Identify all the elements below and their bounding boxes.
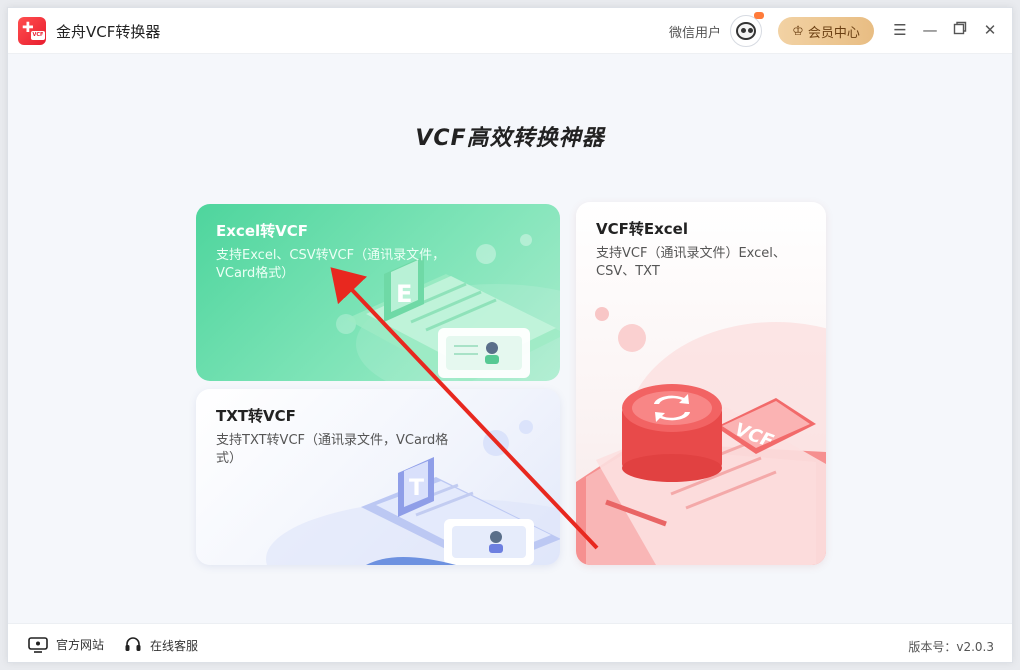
version-info: 版本号：v2.0.3 bbox=[908, 638, 994, 655]
svg-text:E: E bbox=[396, 280, 412, 308]
online-support-link[interactable]: 在线客服 bbox=[124, 636, 198, 654]
version-value: v2.0.3 bbox=[956, 640, 994, 654]
app-window: ✚ VCF 金舟VCF转换器 微信用户 ♔ 会员中心 ☰ — ✕ VCF高效转换… bbox=[7, 7, 1013, 663]
app-logo-tag: VCF bbox=[31, 31, 45, 40]
page-heading: VCF高效转换神器 bbox=[415, 126, 605, 151]
minimize-icon[interactable]: — bbox=[921, 21, 939, 39]
menu-icon[interactable]: ☰ bbox=[891, 21, 909, 39]
avatar[interactable] bbox=[730, 12, 764, 47]
footer: 官方网站 在线客服 版本号：v2.0.3 bbox=[8, 623, 1012, 662]
official-website-label: 官方网站 bbox=[56, 638, 105, 652]
vcf-to-excel-card[interactable]: VCF VCF转Excel 支持VCF（通讯录文件）Excel、CSV、TXT bbox=[576, 202, 826, 565]
card-title: TXT转VCF bbox=[216, 407, 296, 425]
card-title: VCF转Excel bbox=[596, 220, 688, 238]
crown-icon: ♔ bbox=[792, 23, 804, 39]
card-title: Excel转VCF bbox=[216, 222, 308, 240]
monitor-icon bbox=[28, 636, 48, 653]
svg-text:T: T bbox=[409, 476, 424, 501]
headset-icon bbox=[125, 637, 141, 651]
avatar-bow-icon bbox=[754, 12, 764, 19]
card-description: 支持VCF（通讯录文件）Excel、CSV、TXT bbox=[596, 246, 786, 279]
card-description: 支持TXT转VCF（通讯录文件，VCard格式） bbox=[216, 433, 449, 466]
vip-center-button[interactable]: ♔ 会员中心 bbox=[778, 17, 874, 45]
user-name[interactable]: 微信用户 bbox=[669, 22, 721, 41]
txt-to-vcf-card[interactable]: T TXT转VCF 支持TXT转VCF（通讯录文件，VCard格式） bbox=[196, 389, 560, 565]
app-logo-icon: ✚ VCF bbox=[18, 17, 46, 45]
title-bar: ✚ VCF 金舟VCF转换器 微信用户 ♔ 会员中心 ☰ — ✕ bbox=[8, 8, 1012, 54]
version-label: 版本号： bbox=[908, 640, 957, 654]
close-icon[interactable]: ✕ bbox=[981, 21, 999, 39]
avatar-face-icon bbox=[736, 22, 756, 40]
app-title: 金舟VCF转换器 bbox=[56, 23, 161, 41]
official-website-link[interactable]: 官方网站 bbox=[28, 636, 104, 653]
card-description: 支持Excel、CSV转VCF（通讯录文件，VCard格式） bbox=[216, 248, 446, 281]
restore-icon[interactable] bbox=[951, 21, 969, 39]
online-support-label: 在线客服 bbox=[150, 638, 199, 653]
excel-to-vcf-card[interactable]: E Excel转VCF 支持Excel、CSV转VCF（通讯录文件，VCard格… bbox=[196, 204, 560, 381]
vip-center-label: 会员中心 bbox=[807, 25, 860, 41]
